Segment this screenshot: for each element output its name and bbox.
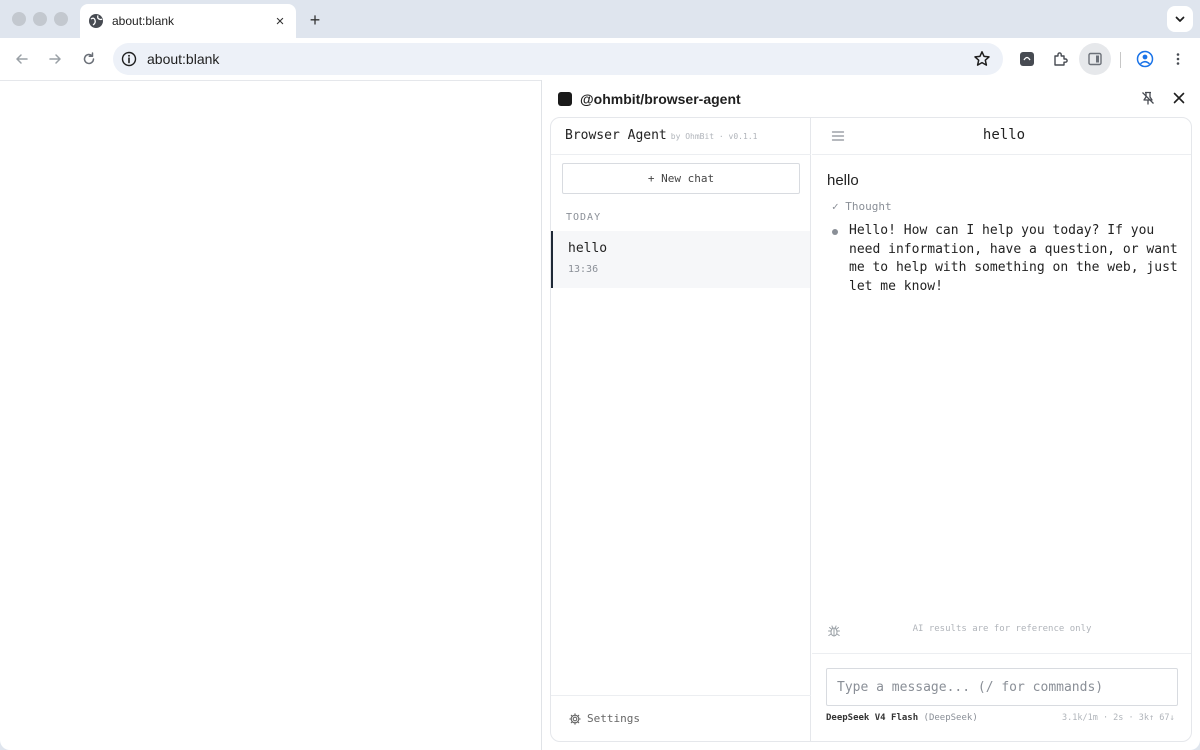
section-label-today: TODAY (566, 212, 602, 223)
thought-toggle[interactable]: ✓ Thought (832, 200, 892, 213)
tab-strip: about:blank × + (0, 0, 1200, 38)
reload-icon (83, 52, 95, 65)
side-panel-title: @ohmbit/browser-agent (580, 91, 741, 107)
disclaimer-text: AI results are for reference only (912, 624, 1092, 634)
gear-icon (569, 712, 581, 725)
extension-logo-icon (558, 92, 572, 106)
tab-close-icon[interactable]: × (272, 13, 288, 30)
app-brand: Browser Agent by OhmBit · v0.1.1 (565, 128, 757, 143)
tab-search-button[interactable] (1167, 6, 1193, 32)
new-tab-button[interactable]: + (304, 9, 326, 31)
divider (812, 154, 1191, 155)
app-name: Browser Agent (565, 128, 667, 143)
bookmark-star-icon[interactable] (973, 50, 991, 68)
extensions-puzzle-icon[interactable] (1051, 49, 1071, 69)
settings-button[interactable]: Settings (569, 712, 640, 725)
reload-button[interactable] (77, 47, 101, 71)
chevron-down-icon (1175, 16, 1185, 22)
new-chat-button[interactable]: + New chat (562, 163, 800, 194)
chat-pane: hello hello ✓ Thought Hello! How can I h… (812, 118, 1191, 741)
divider (551, 695, 811, 696)
profile-button[interactable] (1135, 49, 1155, 69)
conversation-time: 13:36 (568, 264, 599, 275)
close-icon (1173, 92, 1185, 104)
info-icon[interactable] (121, 51, 137, 67)
back-button[interactable] (10, 47, 34, 71)
side-panel-icon (1088, 52, 1102, 66)
page-content[interactable] (0, 80, 541, 750)
forward-button[interactable] (43, 47, 67, 71)
address-bar[interactable]: about:blank (113, 43, 1003, 75)
minimize-window-button[interactable] (33, 12, 47, 26)
more-vertical-icon (1176, 53, 1180, 65)
message-input[interactable] (826, 668, 1178, 706)
side-panel-toggle-button[interactable] (1079, 43, 1111, 75)
browser-menu-button[interactable] (1168, 49, 1188, 69)
user-message: hello (827, 172, 859, 189)
browser-agent-app: Browser Agent by OhmBit · v0.1.1 + New ch… (550, 117, 1192, 742)
close-window-button[interactable] (12, 12, 26, 26)
conversation-item[interactable]: hello 13:36 (551, 231, 810, 288)
side-panel-close-button[interactable] (1170, 89, 1188, 107)
agent-logo-icon (1020, 52, 1034, 66)
divider (551, 154, 811, 155)
divider (812, 653, 1191, 654)
model-name: DeepSeek V4 Flash (826, 713, 919, 723)
arrow-left-icon (16, 54, 28, 64)
browser-toolbar: about:blank (0, 38, 1200, 80)
usage-stats: 3.1k/1m · 2s · 3k↑ 67↓ (1062, 713, 1175, 723)
assistant-message-text: Hello! How can I help you today? If you … (849, 223, 1178, 294)
side-panel: @ohmbit/browser-agent Browser Agent by Oh… (542, 80, 1200, 750)
tab-about-blank[interactable]: about:blank × (80, 4, 296, 38)
arrow-right-icon (49, 54, 61, 64)
tab-title: about:blank (112, 14, 175, 28)
profile-avatar-icon (1136, 50, 1154, 68)
conversation-sidebar: Browser Agent by OhmBit · v0.1.1 + New ch… (551, 118, 811, 741)
model-provider: (DeepSeek) (923, 713, 978, 723)
assistant-bullet-icon (832, 229, 838, 235)
conversation-title: hello (568, 241, 608, 256)
app-version: by OhmBit · v0.1.1 (670, 132, 758, 141)
zoom-window-button[interactable] (54, 12, 68, 26)
chat-title: hello (982, 127, 1026, 143)
url-text: about:blank (147, 51, 220, 67)
extension-agent-icon[interactable] (1017, 49, 1037, 69)
side-panel-header: @ohmbit/browser-agent (542, 80, 1200, 118)
browser-window: about:blank × + about:blank @ohmbit/brow… (0, 0, 1200, 750)
puzzle-icon (1054, 52, 1068, 66)
model-selector[interactable]: DeepSeek V4 Flash (DeepSeek) (826, 713, 978, 723)
globe-icon (89, 14, 103, 28)
settings-label: Settings (587, 712, 640, 725)
unpin-icon[interactable] (1140, 90, 1156, 106)
toolbar-separator (1120, 52, 1121, 68)
